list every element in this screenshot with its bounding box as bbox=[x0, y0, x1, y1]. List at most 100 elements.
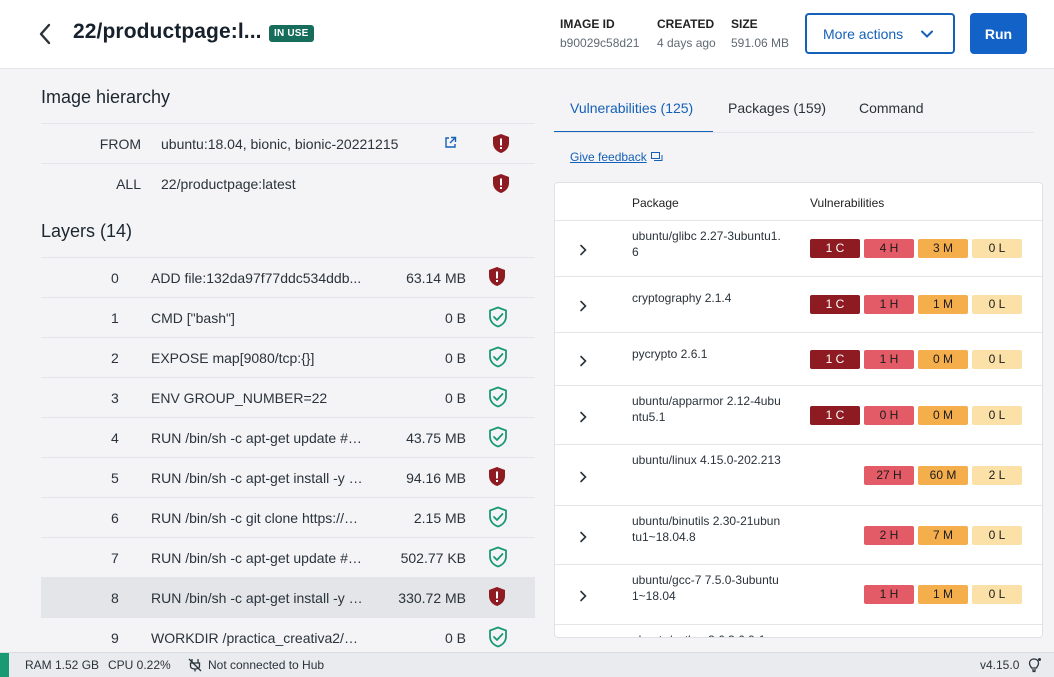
shield-alert-icon bbox=[492, 173, 510, 197]
layers-title: Layers (14) bbox=[41, 221, 133, 241]
hierarchy-row-from[interactable]: FROM ubuntu:18.04, bionic, bionic-202212… bbox=[41, 123, 535, 163]
layer-row[interactable]: 6 RUN /bin/sh -c git clone https://g... 2.… bbox=[41, 497, 535, 537]
high-count-badge: 0 H bbox=[864, 405, 914, 425]
shield-check-icon bbox=[488, 546, 508, 571]
table-row[interactable]: ubuntu/python3.6 3.6.9-1 bbox=[555, 625, 1042, 637]
layer-row[interactable]: 1 CMD ["bash"] 0 B bbox=[41, 297, 535, 337]
cpu-usage: CPU 0.22% bbox=[108, 658, 171, 672]
left-panel: Image hierarchy FROM ubuntu:18.04, bioni… bbox=[9, 70, 539, 652]
medium-count-badge: 1 M bbox=[918, 295, 968, 314]
lightbulb-icon[interactable] bbox=[1026, 657, 1042, 676]
layer-index: 9 bbox=[111, 630, 119, 646]
back-button[interactable] bbox=[32, 20, 58, 48]
layer-row[interactable]: 4 RUN /bin/sh -c apt-get update # ... 43.7… bbox=[41, 417, 535, 457]
layer-row[interactable]: 7 RUN /bin/sh -c apt-get update # ... 502.… bbox=[41, 537, 535, 577]
package-name: ubuntu/python3.6 3.6.9-1 bbox=[632, 632, 782, 637]
medium-count-badge: 7 M bbox=[918, 525, 968, 545]
layer-size: 0 B bbox=[444, 630, 466, 646]
tab-command[interactable]: Command bbox=[859, 88, 924, 133]
package-name: ubuntu/binutils 2.30-21ubuntu1~18.04.8 bbox=[632, 514, 781, 544]
feedback-icon bbox=[650, 152, 663, 161]
table-row[interactable]: ubuntu/binutils 2.30-21ubuntu1~18.04.8 2 … bbox=[555, 506, 1042, 565]
layer-command: RUN /bin/sh -c apt-get update # ... bbox=[151, 550, 363, 566]
layer-command: WORKDIR /practica_creativa2/bo... bbox=[151, 630, 363, 646]
layer-command: ENV GROUP_NUMBER=22 bbox=[151, 390, 328, 406]
package-name: ubuntu/linux 4.15.0-202.213 bbox=[632, 453, 781, 467]
status-bar: RAM 1.52 GB CPU 0.22% Not connected to H… bbox=[0, 652, 1054, 677]
chevron-right-icon[interactable] bbox=[579, 354, 587, 372]
layer-row[interactable]: 8 RUN /bin/sh -c apt-get install -y p... 3… bbox=[41, 577, 535, 617]
layer-index: 6 bbox=[111, 510, 119, 526]
layer-row[interactable]: 2 EXPOSE map[9080/tcp:{}] 0 B bbox=[41, 337, 535, 377]
table-row[interactable]: ubuntu/glibc 2.27-3ubuntu1.6 1 C4 H3 M0 L bbox=[555, 221, 1042, 277]
column-header-package: Package bbox=[632, 196, 679, 210]
low-count-badge: 0 L bbox=[972, 405, 1022, 425]
medium-count-badge: 3 M bbox=[918, 239, 968, 258]
chevron-right-icon[interactable] bbox=[579, 470, 587, 488]
low-count-badge: 2 L bbox=[972, 465, 1022, 485]
table-row[interactable]: ubuntu/linux 4.15.0-202.213 27 H 60 M2 L bbox=[555, 445, 1042, 506]
created-meta: CREATED 4 days ago bbox=[657, 17, 716, 50]
shield-check-icon bbox=[488, 306, 508, 331]
chevron-right-icon[interactable] bbox=[579, 243, 587, 261]
layer-size: 0 B bbox=[444, 350, 466, 366]
chevron-right-icon[interactable] bbox=[579, 410, 587, 428]
give-feedback-label: Give feedback bbox=[570, 150, 647, 164]
layer-row[interactable]: 3 ENV GROUP_NUMBER=22 0 B bbox=[41, 377, 535, 417]
low-count-badge: 0 L bbox=[972, 525, 1022, 545]
critical-count-badge: 1 C bbox=[810, 349, 860, 369]
shield-alert-icon bbox=[488, 586, 506, 610]
chevron-right-icon[interactable] bbox=[579, 299, 587, 317]
low-count-badge: 0 L bbox=[972, 349, 1022, 369]
medium-count-badge: 1 M bbox=[918, 585, 968, 604]
vulnerabilities-table: Package Vulnerabilities ubuntu/glibc 2.2… bbox=[554, 182, 1043, 638]
medium-count-badge: 0 M bbox=[918, 349, 968, 369]
size-value: 591.06 MB bbox=[731, 36, 790, 50]
detail-tabs: Vulnerabilities (125) Packages (159) Com… bbox=[554, 88, 1034, 133]
high-count-badge: 27 H bbox=[864, 465, 914, 485]
low-count-badge: 0 L bbox=[972, 295, 1022, 314]
tab-packages[interactable]: Packages (159) bbox=[728, 88, 826, 133]
tab-vulnerabilities[interactable]: Vulnerabilities (125) bbox=[554, 88, 713, 133]
layer-row[interactable]: 5 RUN /bin/sh -c apt-get install -y g... 9… bbox=[41, 457, 535, 497]
shield-alert-icon bbox=[492, 133, 510, 157]
critical-count-badge: 1 C bbox=[810, 295, 860, 314]
critical-count-badge: 1 C bbox=[810, 239, 860, 258]
high-count-badge: 2 H bbox=[864, 525, 914, 545]
layer-index: 2 bbox=[111, 350, 119, 366]
table-row[interactable]: cryptography 2.1.4 1 C1 H1 M0 L bbox=[555, 277, 1042, 333]
table-row[interactable]: pycrypto 2.6.1 1 C1 H0 M0 L bbox=[555, 333, 1042, 386]
give-feedback-link[interactable]: Give feedback bbox=[570, 150, 663, 164]
hierarchy-row-all[interactable]: ALL 22/productpage:latest bbox=[41, 163, 535, 203]
layer-index: 0 bbox=[111, 270, 119, 286]
chevron-right-icon[interactable] bbox=[579, 530, 587, 548]
shield-check-icon bbox=[488, 626, 508, 651]
layer-command: RUN /bin/sh -c apt-get install -y g... bbox=[151, 470, 363, 486]
run-button[interactable]: Run bbox=[970, 13, 1027, 54]
chevron-right-icon[interactable] bbox=[579, 589, 587, 607]
package-name: ubuntu/gcc-7 7.5.0-3ubuntu1~18.04 bbox=[632, 573, 779, 603]
hub-connection-status[interactable]: Not connected to Hub bbox=[208, 658, 324, 672]
table-row[interactable]: ubuntu/gcc-7 7.5.0-3ubuntu1~18.04 1 H1 M0… bbox=[555, 565, 1042, 625]
hub-disconnected-icon bbox=[188, 658, 202, 675]
package-name: ubuntu/apparmor 2.12-4ubuntu5.1 bbox=[632, 394, 781, 424]
layer-size: 502.77 KB bbox=[400, 550, 466, 566]
app-version: v4.15.0 bbox=[980, 658, 1020, 672]
shield-alert-icon bbox=[488, 266, 506, 290]
hierarchy-key: ALL bbox=[116, 175, 141, 192]
external-link-icon[interactable] bbox=[444, 136, 457, 152]
low-count-badge: 0 L bbox=[972, 585, 1022, 604]
package-name: cryptography 2.1.4 bbox=[632, 291, 732, 305]
table-row[interactable]: ubuntu/apparmor 2.12-4ubuntu5.1 1 C0 H0 M… bbox=[555, 386, 1042, 445]
chevron-left-icon bbox=[39, 23, 51, 45]
hierarchy-value: ubuntu:18.04, bionic, bionic-20221215 bbox=[161, 135, 399, 152]
layer-row[interactable]: 9 WORKDIR /practica_creativa2/bo... 0 B bbox=[41, 617, 535, 652]
high-count-badge: 4 H bbox=[864, 239, 914, 258]
more-actions-button[interactable]: More actions bbox=[805, 13, 955, 54]
layer-row[interactable]: 0 ADD file:132da97f77ddc534ddb... 63.14 MB bbox=[41, 257, 535, 297]
layer-command: EXPOSE map[9080/tcp:{}] bbox=[151, 350, 315, 366]
high-count-badge: 1 H bbox=[864, 349, 914, 369]
medium-count-badge: 0 M bbox=[918, 405, 968, 425]
layer-command: RUN /bin/sh -c apt-get install -y p... bbox=[151, 590, 363, 606]
created-value: 4 days ago bbox=[657, 36, 716, 50]
